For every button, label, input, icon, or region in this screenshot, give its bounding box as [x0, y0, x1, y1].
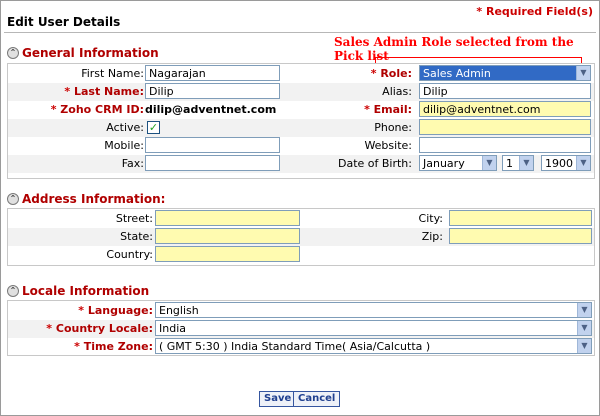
role-label: * Role: [370, 67, 412, 80]
active-label: Active: [106, 121, 144, 134]
country-locale-select[interactable]: India ▼ [155, 320, 592, 336]
country-input[interactable] [155, 246, 300, 262]
form-row: * Time Zone: ( GMT 5:30 ) India Standard… [8, 338, 594, 356]
collapse-toggle-icon[interactable]: ⌃ [7, 47, 19, 59]
role-select[interactable]: Sales Admin ▼ [419, 65, 591, 81]
city-label: City: [418, 212, 443, 225]
first-name-input[interactable]: Nagarajan [145, 65, 280, 81]
fax-label: Fax: [121, 157, 144, 170]
dropdown-arrow-icon[interactable]: ▼ [482, 156, 496, 170]
dob-day-select[interactable]: 1 ▼ [502, 155, 534, 171]
form-row: * Last Name: Dilip Alias: Dilip [8, 83, 594, 101]
dropdown-arrow-icon[interactable]: ▼ [576, 156, 590, 170]
edit-user-window: * Required Field(s) Edit User Details Sa… [0, 0, 600, 416]
form-row: Country: [8, 246, 594, 264]
dropdown-arrow-icon[interactable]: ▼ [519, 156, 533, 170]
crm-id-label: * Zoho CRM ID: [50, 103, 144, 116]
dropdown-arrow-icon[interactable]: ▼ [577, 321, 591, 335]
language-label: * Language: [78, 304, 153, 317]
page-title: Edit User Details [7, 15, 121, 29]
country-locale-label: * Country Locale: [46, 322, 153, 335]
email-label: * Email: [364, 103, 412, 116]
mobile-label: Mobile: [104, 139, 144, 152]
dropdown-arrow-icon[interactable]: ▼ [577, 303, 591, 317]
form-row: Fax: Date of Birth: January ▼ 1 ▼ 1900 ▼ [8, 155, 594, 173]
last-name-input[interactable]: Dilip [145, 83, 280, 99]
time-zone-select[interactable]: ( GMT 5:30 ) India Standard Time( Asia/C… [155, 338, 592, 354]
dob-year-select[interactable]: 1900 ▼ [541, 155, 591, 171]
time-zone-label: * Time Zone: [74, 340, 153, 353]
crm-id-value: dilip@adventnet.com [145, 103, 277, 116]
zip-input[interactable] [449, 228, 592, 244]
street-input[interactable] [155, 210, 300, 226]
country-label: Country: [106, 248, 153, 261]
mobile-input[interactable] [145, 137, 280, 153]
address-information-panel: Street: City: State: Zip: Country: [7, 208, 595, 266]
phone-input[interactable] [419, 119, 591, 135]
dropdown-arrow-icon[interactable]: ▼ [576, 66, 590, 80]
form-row: * Language: English ▼ [8, 302, 594, 320]
form-row: First Name: Nagarajan * Role: Sales Admi… [8, 65, 594, 83]
section-header-general[interactable]: ⌃ General Information [7, 46, 159, 60]
cancel-button[interactable]: Cancel [293, 391, 341, 407]
form-row: Street: City: [8, 210, 594, 228]
title-divider [4, 32, 596, 33]
street-label: Street: [115, 212, 153, 225]
form-row: * Country Locale: India ▼ [8, 320, 594, 338]
section-title: Address Information: [22, 192, 166, 206]
section-header-locale[interactable]: ⌃ Locale Information [7, 284, 149, 298]
website-label: Website: [364, 139, 412, 152]
alias-input[interactable]: Dilip [419, 83, 591, 99]
website-input[interactable] [419, 137, 591, 153]
dob-month-select[interactable]: January ▼ [419, 155, 497, 171]
zip-label: Zip: [421, 230, 443, 243]
form-row: State: Zip: [8, 228, 594, 246]
form-row: Active: ✓ Phone: [8, 119, 594, 137]
language-select[interactable]: English ▼ [155, 302, 592, 318]
form-row: Mobile: Website: [8, 137, 594, 155]
required-fields-note: * Required Field(s) [476, 5, 593, 18]
locale-information-panel: * Language: English ▼ * Country Locale: I… [7, 300, 595, 356]
date-of-birth-label: Date of Birth: [337, 157, 412, 170]
section-title: General Information [22, 46, 159, 60]
phone-label: Phone: [374, 121, 412, 134]
form-row: * Zoho CRM ID: dilip@adventnet.com * Ema… [8, 101, 594, 119]
section-header-address[interactable]: ⌃ Address Information: [7, 192, 165, 206]
last-name-label: * Last Name: [64, 85, 144, 98]
first-name-label: First Name: [81, 67, 144, 80]
state-label: State: [120, 230, 153, 243]
general-information-panel: First Name: Nagarajan * Role: Sales Admi… [7, 63, 595, 179]
save-button[interactable]: Save [259, 391, 297, 407]
fax-input[interactable] [145, 155, 280, 171]
collapse-toggle-icon[interactable]: ⌃ [7, 193, 19, 205]
dropdown-arrow-icon[interactable]: ▼ [577, 339, 591, 353]
collapse-toggle-icon[interactable]: ⌃ [7, 285, 19, 297]
section-title: Locale Information [22, 284, 150, 298]
checkmark-icon: ✓ [148, 121, 159, 134]
city-input[interactable] [449, 210, 592, 226]
active-checkbox[interactable]: ✓ [147, 121, 160, 134]
email-input[interactable]: dilip@adventnet.com [419, 101, 591, 117]
alias-label: Alias: [382, 85, 412, 98]
state-input[interactable] [155, 228, 300, 244]
